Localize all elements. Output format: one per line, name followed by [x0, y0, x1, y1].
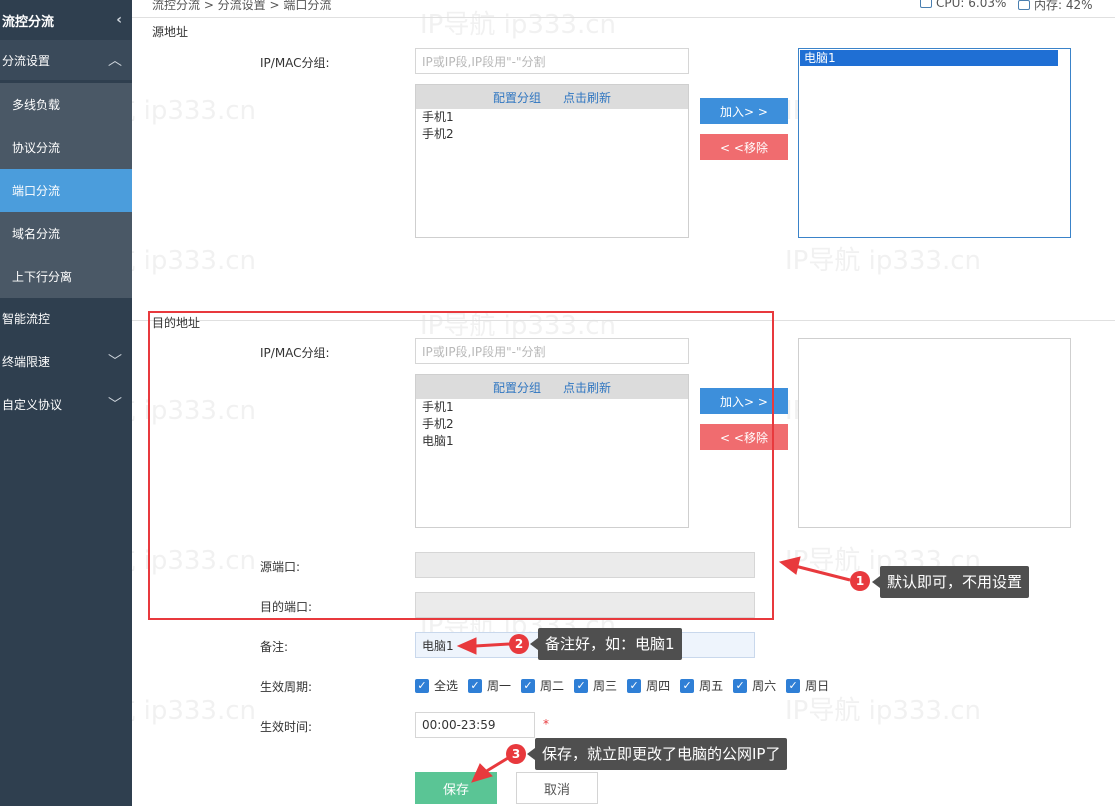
cancel-button[interactable]: 取消 [516, 772, 598, 804]
list-item[interactable]: 手机1 [416, 109, 688, 126]
time-label: 生效时间: [260, 720, 313, 734]
check-icon: ✓ [733, 678, 748, 693]
cpu-icon [920, 0, 932, 8]
source-section-title: 源地址 [152, 25, 189, 39]
sidebar-item-flow-control[interactable]: 流控分流 ‹ [0, 0, 132, 40]
check-icon: ✓ [415, 678, 429, 693]
source-group-label: IP/MAC分组: [260, 56, 330, 70]
watermark: IP导航 ip333.cn [420, 10, 617, 40]
source-add-button[interactable]: 加入> > [700, 98, 788, 124]
watermark: IP导航 ip333.cn [785, 696, 982, 726]
sidebar-item-custom-protocol[interactable]: 自定义协议 ﹀ [0, 384, 132, 424]
breadcrumb: 流控分流 > 分流设置 > 端口分流 [152, 0, 332, 12]
memory-status: 内存: 42% [1018, 0, 1093, 13]
dest-selected-list[interactable] [798, 338, 1071, 528]
check-icon: ✓ [786, 678, 801, 693]
checkbox-sunday[interactable]: ✓ 周日 [786, 677, 829, 694]
chevron-down-icon: ﹀ [108, 354, 122, 370]
annotation-callout-1: 默认即可，不用设置 [871, 566, 1030, 598]
chevron-left-icon: ‹ [116, 12, 122, 28]
check-icon: ✓ [521, 678, 536, 693]
cpu-value: CPU: 6.03% [936, 0, 1007, 10]
checkbox-friday[interactable]: ✓ 周五 [680, 677, 723, 694]
arrow-1-head [778, 556, 801, 575]
source-config-group-link[interactable]: 配置分组 [493, 89, 541, 106]
sidebar-item-label: 流控分流 [2, 14, 55, 30]
checkbox-thursday[interactable]: ✓ 周四 [627, 677, 670, 694]
check-icon: ✓ [468, 678, 483, 693]
check-icon: ✓ [574, 678, 589, 693]
arrow-1 [794, 564, 851, 582]
watermark: IP导航 ip333.cn [785, 246, 982, 276]
annotation-badge-1: 1 [850, 571, 870, 591]
chevron-down-icon: ﹀ [108, 397, 122, 413]
check-icon: ✓ [680, 678, 695, 693]
sidebar-item-terminal-limit[interactable]: 终端限速 ﹀ [0, 341, 132, 381]
cpu-status: CPU: 6.03% [920, 0, 1006, 10]
source-remove-button[interactable]: < <移除 [700, 134, 788, 160]
arrow-3 [484, 756, 509, 774]
list-item[interactable]: 电脑1 [800, 50, 1058, 66]
divider [132, 17, 1115, 18]
annotation-callout-2: 备注好，如：电脑1 [530, 628, 682, 660]
period-label: 生效周期: [260, 680, 313, 694]
sidebar-item-port[interactable]: 端口分流 [0, 169, 132, 212]
memory-icon [1018, 0, 1030, 10]
checkbox-select-all[interactable]: ✓ 全选 [415, 677, 458, 694]
check-icon: ✓ [627, 678, 642, 693]
sidebar-item-domain[interactable]: 域名分流 [0, 212, 132, 255]
required-mark: * [543, 717, 549, 731]
checkbox-tuesday[interactable]: ✓ 周二 [521, 677, 564, 694]
sidebar-item-smart-flow[interactable]: 智能流控 [0, 298, 132, 338]
source-selected-list[interactable]: 电脑1 [798, 48, 1071, 238]
sidebar-item-label: 分流设置 [2, 53, 51, 68]
checkbox-monday[interactable]: ✓ 周一 [468, 677, 511, 694]
annotation-badge-3: 3 [506, 744, 526, 764]
source-refresh-link[interactable]: 点击刷新 [563, 89, 611, 106]
annotation-callout-3: 保存，就立即更改了电脑的公网IP了 [526, 738, 788, 770]
sidebar-item-multi-line[interactable]: 多线负载 [0, 83, 132, 126]
source-available-list[interactable]: 配置分组 点击刷新 手机1 手机2 [415, 84, 689, 238]
chevron-up-icon: ︿ [108, 53, 122, 69]
memory-value: 内存: 42% [1034, 0, 1093, 12]
sidebar-item-diversion-settings[interactable]: 分流设置 ︿ [0, 40, 132, 80]
checkbox-wednesday[interactable]: ✓ 周三 [574, 677, 617, 694]
time-input[interactable]: 00:00-23:59 [415, 712, 535, 738]
list-item[interactable]: 手机2 [416, 126, 688, 143]
highlight-frame [148, 311, 774, 620]
sidebar: 流控分流 ‹ 分流设置 ︿ 多线负载 协议分流 端口分流 域名分流 上下行分离 … [0, 0, 132, 806]
annotation-badge-2: 2 [509, 634, 529, 654]
sidebar-item-label: 智能流控 [2, 311, 51, 326]
note-label: 备注: [260, 640, 289, 654]
source-ip-input[interactable]: IP或IP段,IP段用"-"分割 [415, 48, 689, 74]
save-button[interactable]: 保存 [415, 772, 497, 804]
sidebar-item-protocol[interactable]: 协议分流 [0, 126, 132, 169]
sidebar-item-updown[interactable]: 上下行分离 [0, 255, 132, 298]
period-checkboxes: ✓ 全选 ✓ 周一 ✓ 周二 ✓ 周三 ✓ 周四 ✓ 周五 ✓ 周六 ✓ 周日 [415, 677, 839, 694]
sidebar-item-label: 自定义协议 [2, 397, 63, 412]
checkbox-saturday[interactable]: ✓ 周六 [733, 677, 776, 694]
sidebar-item-label: 终端限速 [2, 354, 51, 369]
source-list-header: 配置分组 点击刷新 [416, 85, 688, 109]
